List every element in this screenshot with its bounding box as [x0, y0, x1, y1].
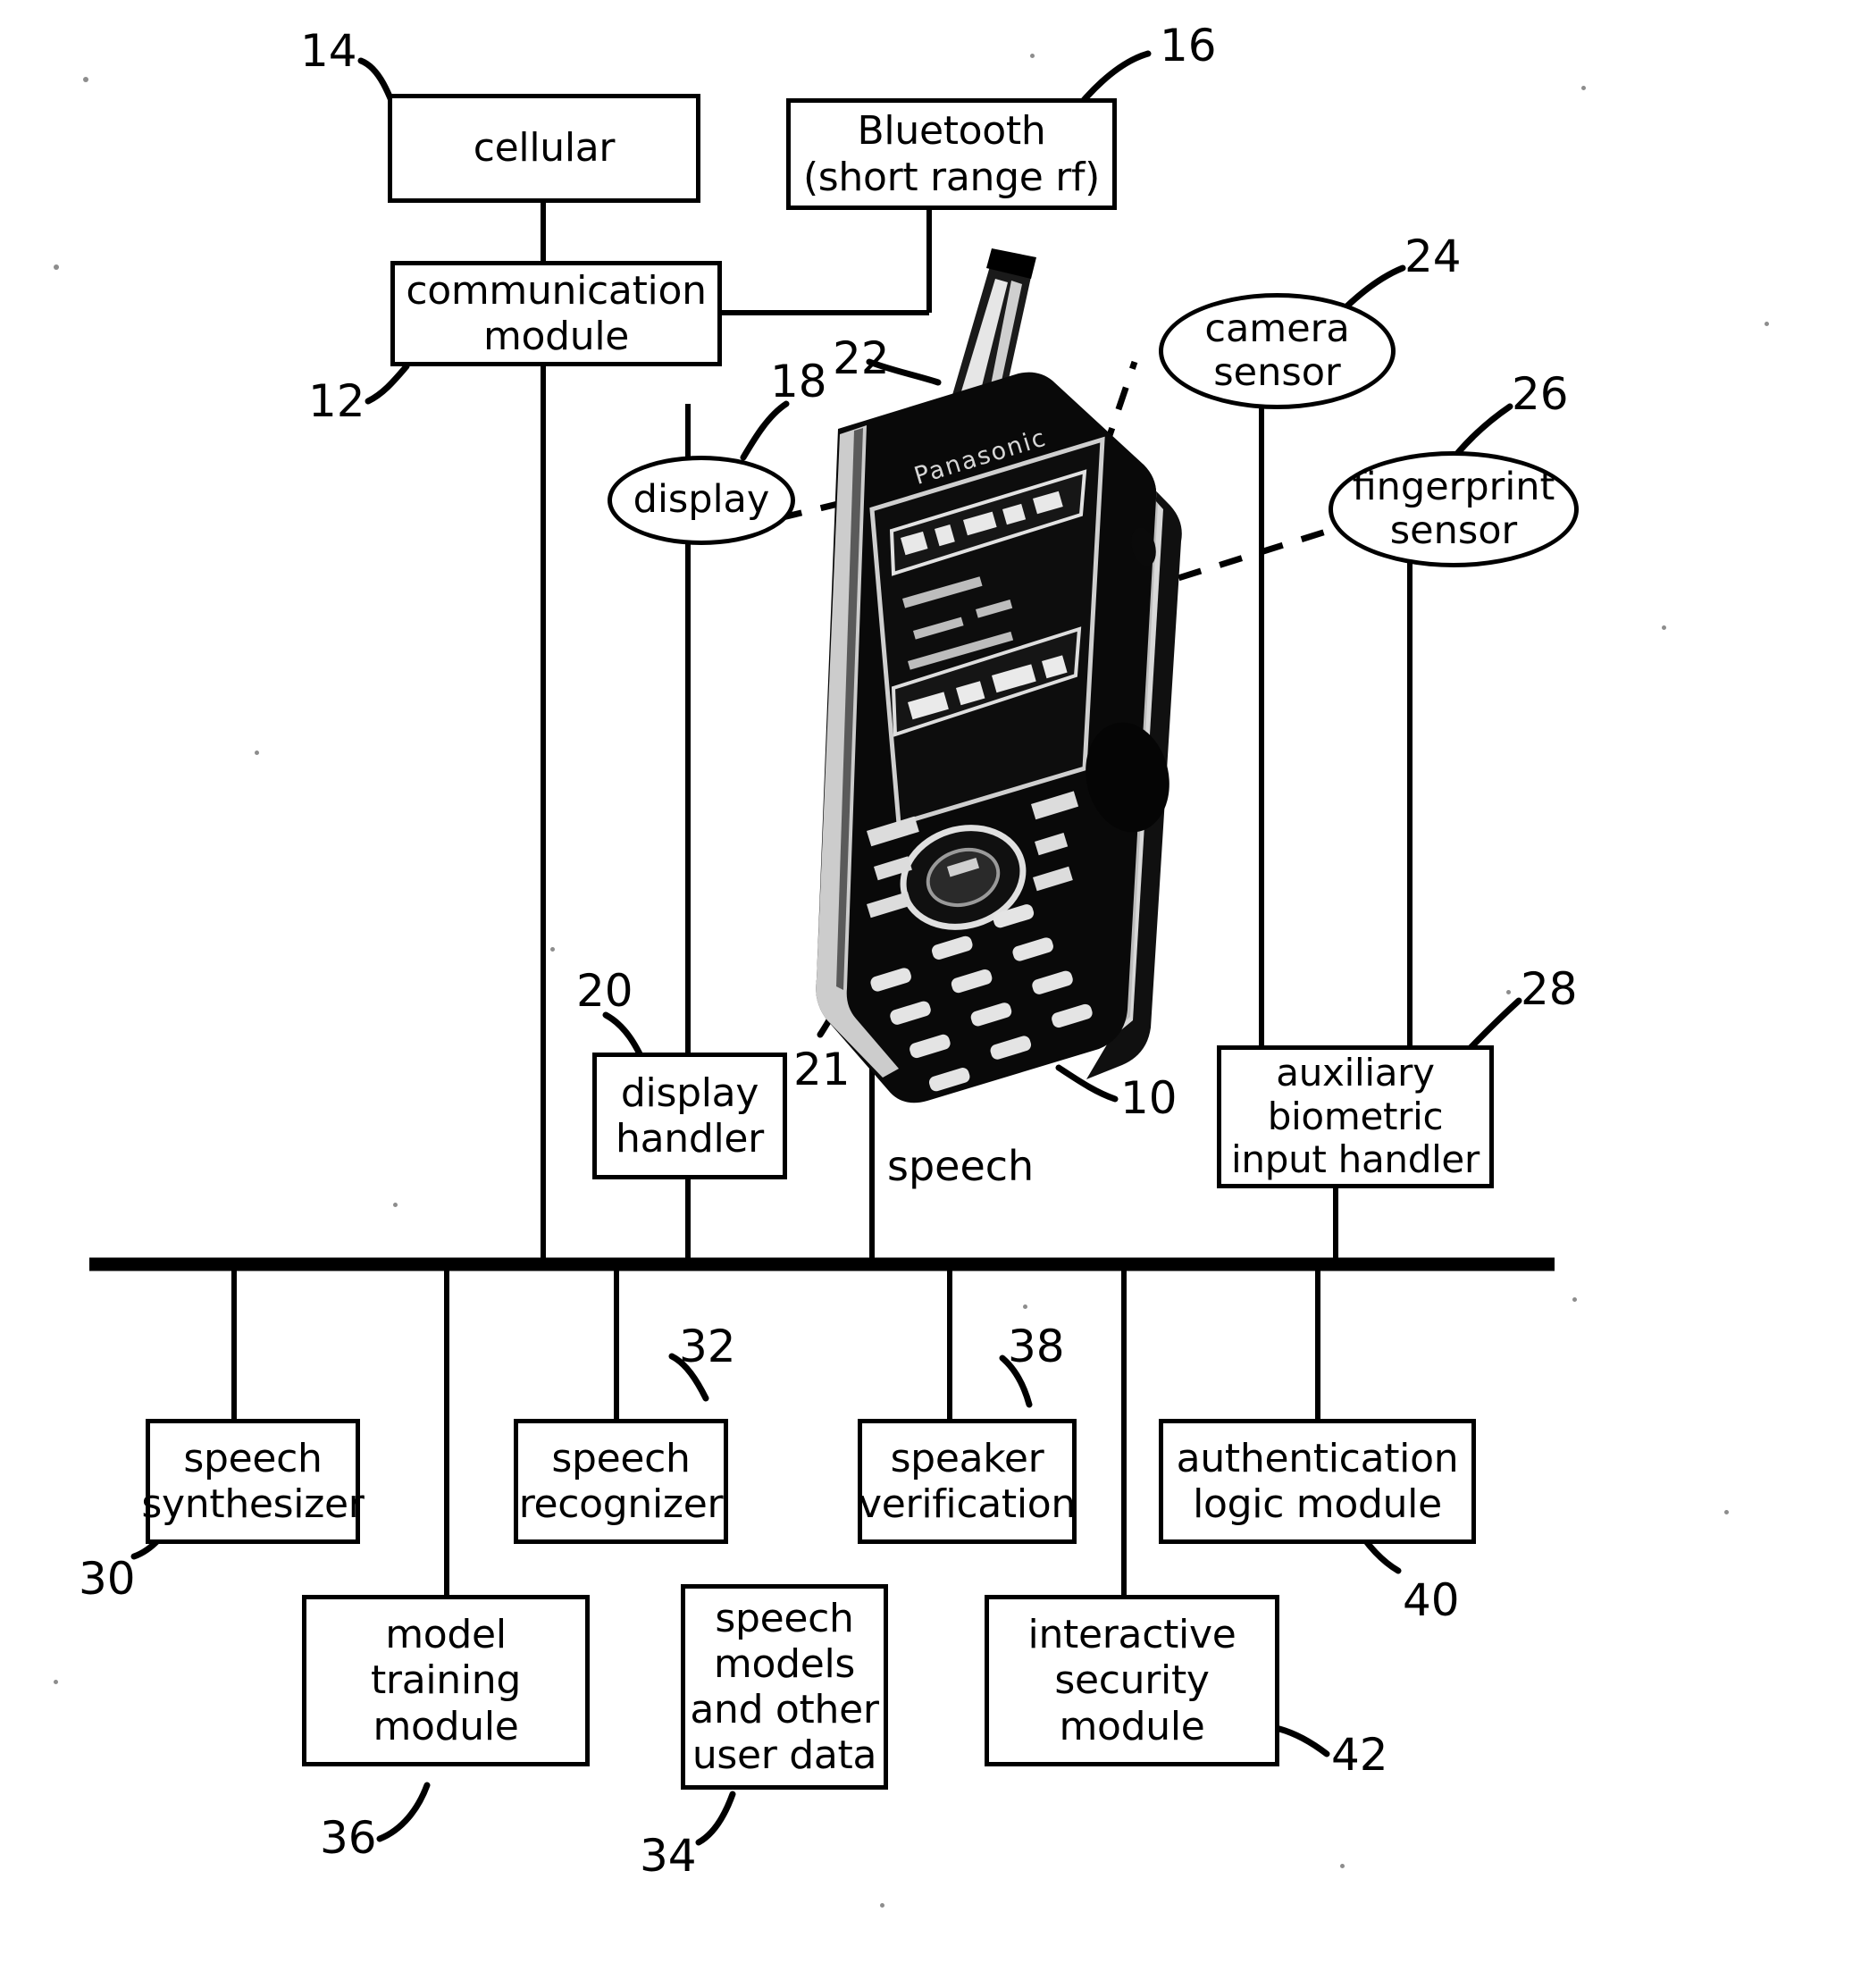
speaker-verification-box[interactable]: speaker verification [858, 1419, 1077, 1544]
scan-speck [1506, 990, 1511, 994]
communication-label-line1: communication [406, 267, 707, 314]
interactive-security-label-line2: security [1054, 1657, 1210, 1704]
scan-speck [1724, 1510, 1729, 1514]
interactive-security-label-line3: module [1059, 1703, 1205, 1749]
authentication-logic-label-line2: logic module [1193, 1481, 1442, 1527]
speaker-verification-label-line2: verification [859, 1481, 1076, 1527]
fingerprint-sensor-ellipse[interactable]: fingerprint sensor [1329, 451, 1579, 567]
ref-number-21: 21 [793, 1044, 851, 1095]
camera-sensor-label-line2: sensor [1213, 350, 1341, 395]
model-training-label-line3: module [373, 1703, 519, 1749]
aux-biometric-label-line1: auxiliary [1276, 1050, 1435, 1095]
fingerprint-sensor-label-line2: sensor [1389, 508, 1518, 553]
dashed-leader-fingerprint-to-phone [1054, 524, 1342, 620]
fingerprint-sensor-label-line1: fingerprint [1352, 464, 1555, 509]
speech-models-and-other-user-data-box[interactable]: speech models and other user data [681, 1584, 888, 1790]
scan-speck [255, 751, 259, 755]
camera-sensor-ellipse[interactable]: camera sensor [1159, 293, 1396, 409]
speech-signal-label: speech [887, 1142, 1035, 1190]
speech-recognizer-label-line1: speech [551, 1435, 691, 1481]
model-training-module-box[interactable]: model training module [302, 1595, 590, 1766]
ref-number-40: 40 [1403, 1574, 1460, 1626]
speech-synthesizer-label-line2: synthesizer [141, 1481, 365, 1527]
leader-18 [740, 400, 790, 461]
ref-number-38: 38 [1008, 1321, 1065, 1372]
speech-models-label-line2: models [713, 1640, 856, 1687]
interactive-security-label-line1: interactive [1027, 1612, 1236, 1658]
auxiliary-biometric-input-handler-box[interactable]: auxiliary biometric input handler [1217, 1045, 1494, 1188]
ref-number-36: 36 [320, 1812, 377, 1864]
cellular-box[interactable]: cellular [388, 94, 700, 203]
display-handler-box[interactable]: display handler [592, 1053, 787, 1179]
display-ellipse-label: display [633, 477, 770, 523]
ref-number-14: 14 [300, 25, 357, 77]
leader-42 [1276, 1725, 1330, 1757]
display-handler-label-line1: display [620, 1069, 759, 1116]
ref-number-20: 20 [576, 965, 633, 1017]
leader-34 [695, 1791, 736, 1846]
leader-21 [817, 984, 852, 1038]
ref-number-10: 10 [1120, 1072, 1178, 1124]
model-training-label-line2: training [370, 1657, 522, 1704]
scan-speck [83, 77, 88, 82]
authentication-logic-label-line1: authentication [1176, 1435, 1459, 1481]
scan-speck [880, 1903, 884, 1908]
ref-number-42: 42 [1331, 1729, 1388, 1781]
aux-biometric-label-line3: input handler [1231, 1137, 1480, 1182]
authentication-logic-module-box[interactable]: authentication logic module [1159, 1419, 1476, 1544]
scan-speck [550, 947, 555, 952]
speech-recognizer-label-line2: recognizer [518, 1481, 724, 1527]
interactive-security-module-box[interactable]: interactive security module [985, 1595, 1279, 1766]
bluetooth-label-line2: (short range rf) [802, 154, 1101, 200]
scan-speck [1581, 86, 1586, 90]
scan-speck [1572, 1297, 1577, 1302]
bluetooth-box[interactable]: Bluetooth (short range rf) [786, 98, 1117, 210]
speech-synthesizer-box[interactable]: speech synthesizer [141, 1419, 365, 1544]
speech-models-label-line3: and other [690, 1687, 879, 1732]
scan-speck [54, 264, 59, 270]
scan-speck [393, 1203, 398, 1207]
scan-speck [1023, 1304, 1027, 1309]
ref-number-26: 26 [1512, 368, 1569, 420]
ref-number-18: 18 [770, 356, 827, 407]
leader-10 [1055, 1064, 1119, 1103]
ref-number-32: 32 [679, 1321, 736, 1372]
ref-number-22: 22 [833, 332, 890, 384]
patent-figure-page: cellular Bluetooth (short range rf) comm… [0, 0, 1861, 1988]
communication-label-line2: module [482, 314, 630, 359]
scan-speck [1662, 625, 1666, 630]
ref-number-30: 30 [79, 1553, 136, 1605]
display-handler-label-line2: handler [616, 1116, 764, 1162]
ref-number-24: 24 [1404, 231, 1462, 282]
scan-speck [54, 1680, 58, 1684]
ref-number-16: 16 [1160, 20, 1217, 71]
leader-36 [376, 1782, 431, 1842]
scan-speck [1765, 322, 1769, 326]
camera-sensor-label-line1: camera [1204, 306, 1350, 351]
communication-module-box[interactable]: communication module [390, 261, 722, 366]
speaker-verification-label-line1: speaker [890, 1435, 1044, 1481]
leader-12 [365, 363, 410, 405]
bluetooth-label-line1: Bluetooth [857, 108, 1046, 155]
ref-number-28: 28 [1521, 963, 1578, 1015]
model-training-label-line1: model [385, 1612, 507, 1658]
ref-number-34: 34 [640, 1830, 697, 1882]
speech-models-label-line4: user data [692, 1732, 877, 1779]
speech-synthesizer-label-line1: speech [183, 1435, 323, 1481]
dashed-leader-camera-to-phone [1060, 360, 1138, 574]
ref-number-12: 12 [308, 375, 365, 427]
scan-speck [1030, 54, 1035, 58]
connector-lines-layer [89, 50, 1555, 1846]
speech-recognizer-box[interactable]: speech recognizer [514, 1419, 728, 1544]
scan-speck [1340, 1864, 1345, 1868]
display-ellipse[interactable]: display [608, 456, 795, 545]
speech-models-label-line1: speech [715, 1595, 854, 1641]
aux-biometric-label-line2: biometric [1267, 1094, 1444, 1138]
cellular-label: cellular [473, 125, 616, 172]
